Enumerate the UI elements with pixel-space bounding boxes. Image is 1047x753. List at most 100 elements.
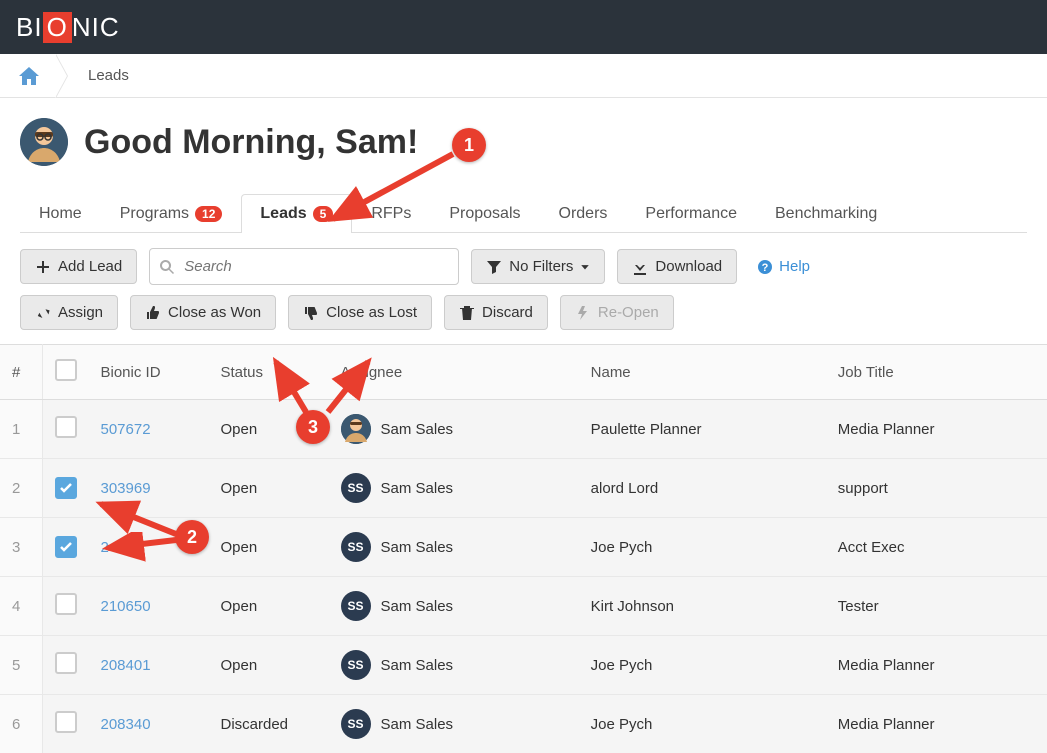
table-row[interactable]: 1507672OpenSam SalesPaulette PlannerMedi… [0,400,1047,459]
assign-label: Assign [58,304,103,321]
annotation-arrow-1 [318,144,458,234]
status-cell: Discarded [209,695,329,753]
breadcrumb-current[interactable]: Leads [88,67,129,84]
job-title-cell: Media Planner [826,636,1047,695]
table-row[interactable]: 4210650OpenSSSam SalesKirt JohnsonTester [0,577,1047,636]
breadcrumb-home[interactable] [0,54,58,98]
row-checkbox[interactable] [55,477,77,499]
name-cell: alord Lord [579,459,826,518]
add-lead-label: Add Lead [58,258,122,275]
bionic-id-link[interactable]: 303969 [101,480,151,497]
tab-programs[interactable]: Programs12 [101,194,242,233]
filters-button[interactable]: No Filters [471,249,605,284]
table-row[interactable]: 6208340DiscardedSSSam SalesJoe PychMedia… [0,695,1047,753]
assignee-cell: SS Sam Sales [329,518,579,577]
row-number: 6 [0,695,42,753]
hand-icon [35,305,51,321]
col-rownum[interactable]: # [0,345,42,400]
name-cell: Joe Pych [579,636,826,695]
bionic-id-cell: 208401 [89,636,209,695]
assignee-cell: SSSam Sales [329,459,579,518]
name-cell: Joe Pych [579,518,826,577]
lightning-icon [575,305,591,321]
assignee-name: Sam Sales [381,657,454,674]
col-bionic-id[interactable]: Bionic ID [89,345,209,400]
logo-part-nic: NIC [72,12,120,42]
logo-part-bi: BI [16,12,43,42]
caret-down-icon [580,262,590,272]
row-checkbox[interactable] [55,593,77,615]
close-won-label: Close as Won [168,304,261,321]
tab-label: Leads [260,205,306,223]
search-icon [159,259,175,275]
name-cell: Joe Pych [579,695,826,753]
row-number: 4 [0,577,42,636]
discard-button[interactable]: Discard [444,295,548,330]
tab-home[interactable]: Home [20,194,101,233]
bionic-id-cell: 210650 [89,577,209,636]
table-header-row: # Bionic ID Status Assignee Name Job Tit… [0,345,1047,400]
job-title-cell: Acct Exec [826,518,1047,577]
close-won-button[interactable]: Close as Won [130,295,276,330]
close-lost-button[interactable]: Close as Lost [288,295,432,330]
assignee-avatar: SS [341,650,371,680]
assignee-avatar: SS [341,532,371,562]
bionic-id-link[interactable]: 208401 [101,657,151,674]
help-link[interactable]: ? Help [757,258,810,275]
tab-label: Performance [645,205,737,223]
add-lead-button[interactable]: Add Lead [20,249,137,284]
row-check-cell [42,695,89,753]
bionic-id-link[interactable]: 210650 [101,598,151,615]
download-button[interactable]: Download [617,249,737,284]
row-checkbox[interactable] [55,536,77,558]
close-lost-label: Close as Lost [326,304,417,321]
row-number: 2 [0,459,42,518]
assignee-avatar: SS [341,591,371,621]
row-checkbox[interactable] [55,652,77,674]
top-bar: BIONIC [0,0,1047,54]
download-icon [632,259,648,275]
thumbs-down-icon [303,305,319,321]
assignee-name: Sam Sales [381,539,454,556]
col-name[interactable]: Name [579,345,826,400]
assignee-cell: SSSam Sales [329,577,579,636]
row-number: 3 [0,518,42,577]
table-row[interactable]: 5208401OpenSSSam SalesJoe PychMedia Plan… [0,636,1047,695]
discard-label: Discard [482,304,533,321]
annotation-arrow-2b [96,532,186,562]
download-label: Download [655,258,722,275]
tab-label: Orders [559,205,608,223]
plus-icon [35,259,51,275]
job-title-cell: Media Planner [826,400,1047,459]
row-checkbox[interactable] [55,711,77,733]
reopen-button[interactable]: Re-Open [560,295,674,330]
brand-logo[interactable]: BIONIC [16,12,120,43]
tab-performance[interactable]: Performance [626,194,756,233]
row-check-cell [42,636,89,695]
assignee-avatar: SS [341,473,371,503]
col-job-title[interactable]: Job Title [826,345,1047,400]
check-icon [58,539,74,555]
select-all-checkbox[interactable] [55,359,77,381]
status-cell: Open [209,459,329,518]
greeting-row: Good Morning, Sam! [20,118,1027,166]
assignee-name: Sam Sales [381,421,454,438]
status-cell: Open [209,577,329,636]
tab-benchmarking[interactable]: Benchmarking [756,194,896,233]
help-icon: ? [757,259,773,275]
row-check-cell [42,400,89,459]
assign-button[interactable]: Assign [20,295,118,330]
user-avatar[interactable] [20,118,68,166]
search-input[interactable] [149,248,459,285]
check-icon [58,480,74,496]
bionic-id-link[interactable]: 507672 [101,421,151,438]
row-check-cell [42,518,89,577]
bionic-id-link[interactable]: 208340 [101,716,151,733]
name-cell: Paulette Planner [579,400,826,459]
help-label: Help [779,258,810,275]
assignee-name: Sam Sales [381,716,454,733]
filter-icon [486,259,502,275]
tab-orders[interactable]: Orders [540,194,627,233]
row-checkbox[interactable] [55,416,77,438]
tab-bar: HomePrograms12Leads5RFPsProposalsOrdersP… [20,194,1027,233]
